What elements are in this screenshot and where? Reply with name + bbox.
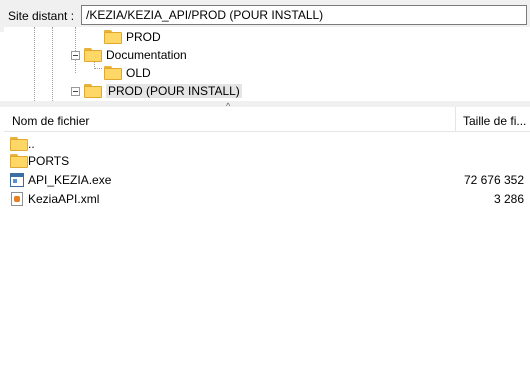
xml-file-icon bbox=[11, 192, 23, 206]
file-name: API_KEZIA.exe bbox=[28, 173, 112, 187]
folder-icon bbox=[84, 84, 102, 98]
file-size: 72 676 352 bbox=[463, 173, 524, 187]
remote-path-input[interactable] bbox=[81, 5, 527, 25]
remote-file-list[interactable]: Nom de fichier Taille de fi... .. PORTS … bbox=[4, 107, 530, 369]
folder-icon bbox=[10, 137, 28, 151]
tree-node-label: OLD bbox=[126, 66, 151, 80]
file-size: 3 286 bbox=[493, 192, 524, 206]
tree-node-prod-pour-install[interactable]: PROD (POUR INSTALL) bbox=[68, 82, 242, 100]
tree-node-prod[interactable]: PROD bbox=[100, 28, 170, 46]
folder-icon bbox=[10, 154, 28, 168]
tree-guide-line bbox=[34, 27, 35, 101]
collapse-icon[interactable] bbox=[71, 87, 80, 96]
tree-node-old[interactable]: OLD bbox=[100, 64, 160, 82]
remote-directory-tree[interactable]: PROD Documentation OLD PROD (POUR INSTAL… bbox=[4, 27, 530, 101]
column-divider[interactable] bbox=[455, 107, 456, 131]
file-name: PORTS bbox=[28, 154, 70, 168]
tree-node-label: PROD bbox=[126, 30, 161, 44]
file-row-keziaapi-xml[interactable]: KeziaAPI.xml 3 286 bbox=[4, 190, 530, 209]
file-name: KeziaAPI.xml bbox=[28, 192, 100, 206]
exe-file-icon bbox=[10, 173, 24, 187]
column-header-filename[interactable]: Nom de fichier bbox=[12, 114, 89, 128]
column-header-filesize[interactable]: Taille de fi... bbox=[463, 114, 526, 128]
folder-icon bbox=[84, 48, 102, 62]
file-row-ports[interactable]: PORTS bbox=[4, 152, 530, 171]
folder-icon bbox=[104, 30, 122, 44]
tree-guide-line bbox=[52, 27, 53, 101]
file-list-header: Nom de fichier Taille de fi... bbox=[4, 107, 530, 132]
tree-node-documentation[interactable]: Documentation bbox=[68, 46, 208, 64]
collapse-icon[interactable] bbox=[71, 51, 80, 60]
file-name: .. bbox=[28, 137, 35, 151]
tree-node-label: Documentation bbox=[106, 48, 187, 62]
remote-site-label: Site distant : bbox=[8, 9, 75, 23]
tree-node-label: PROD (POUR INSTALL) bbox=[106, 84, 242, 98]
file-row-api-kezia-exe[interactable]: API_KEZIA.exe 72 676 352 bbox=[4, 171, 530, 190]
folder-icon bbox=[104, 66, 122, 80]
